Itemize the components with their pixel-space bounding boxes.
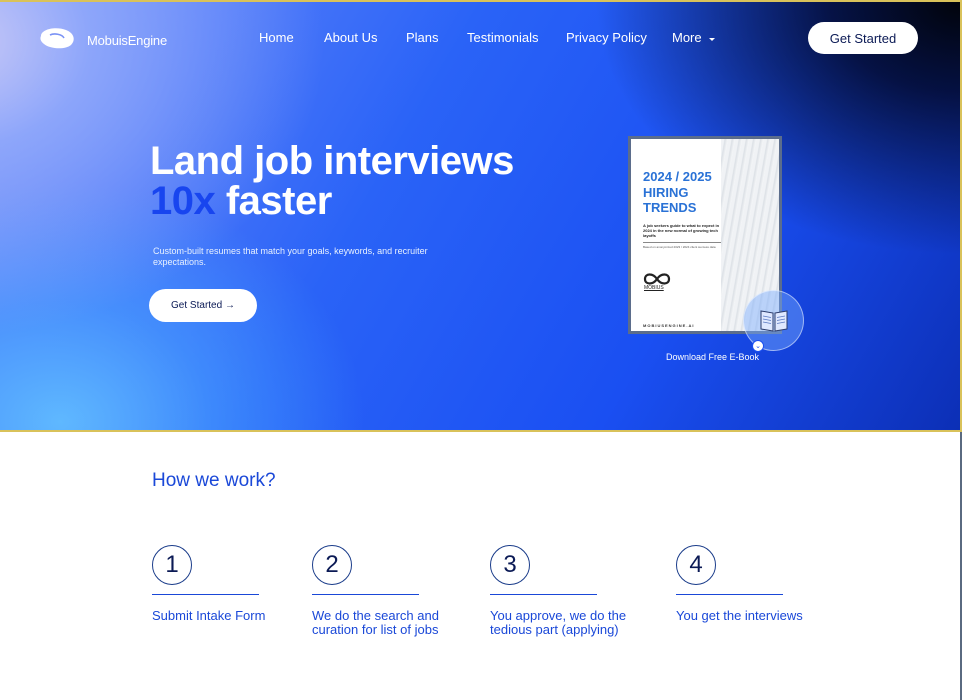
- headline-accent: 10x: [150, 179, 216, 223]
- step-1: 1 Submit Intake Form: [152, 545, 265, 623]
- ebook-divider: [643, 242, 721, 243]
- headline-line-2-rest: faster: [215, 179, 332, 223]
- hero-get-started-button[interactable]: Get Started →: [149, 289, 257, 322]
- download-icon[interactable]: ⌄: [752, 340, 764, 352]
- step-4: 4 You get the interviews: [676, 545, 803, 623]
- nav-testimonials[interactable]: Testimonials: [467, 30, 539, 45]
- headline-line-1: Land job interviews: [150, 139, 514, 183]
- step-divider: [490, 594, 597, 595]
- nav-about-us[interactable]: About Us: [324, 30, 377, 45]
- nav-plans[interactable]: Plans: [406, 30, 439, 45]
- ebook-logo-text: MOBIUS: [644, 285, 664, 291]
- ebook-title: HIRING TRENDS: [643, 185, 697, 215]
- step-number: 1: [152, 545, 192, 585]
- download-ebook-link[interactable]: Download Free E-Book: [666, 352, 759, 362]
- ebook-note: Based on anonymized 2023 / 2024 client s…: [643, 245, 716, 249]
- step-text: Submit Intake Form: [152, 608, 266, 623]
- brand-name[interactable]: MobuisEngine: [87, 33, 167, 48]
- step-number: 4: [676, 545, 716, 585]
- nav-privacy-policy[interactable]: Privacy Policy: [566, 30, 647, 45]
- step-divider: [312, 594, 419, 595]
- step-text: You approve, we do the tedious part (app…: [490, 608, 627, 637]
- caret-down-icon: [709, 37, 716, 41]
- step-text: We do the search and curation for list o…: [312, 608, 439, 637]
- step-2: 2 We do the search and curation for list…: [312, 545, 439, 637]
- ebook-description: A job seekers guide to what to expect in…: [643, 223, 720, 238]
- hero-subtext: Custom-built resumes that match your goa…: [153, 246, 428, 267]
- ebook-year: 2024 / 2025: [643, 169, 712, 184]
- logo-icon[interactable]: [38, 26, 76, 50]
- nav-home[interactable]: Home: [259, 30, 294, 45]
- how-we-work-title: How we work?: [152, 470, 276, 491]
- step-number: 2: [312, 545, 352, 585]
- step-divider: [152, 594, 259, 595]
- step-divider: [676, 594, 783, 595]
- get-started-button[interactable]: Get Started: [808, 22, 918, 54]
- hero-section: MobuisEngine Home About Us Plans Testimo…: [0, 0, 962, 432]
- nav-more[interactable]: More: [672, 30, 716, 45]
- ebook-url: MOBIUSENGINE.AI: [643, 323, 695, 328]
- page: MobuisEngine Home About Us Plans Testimo…: [0, 0, 962, 700]
- headline-line-2: 10x faster: [150, 181, 514, 221]
- step-text: You get the interviews: [676, 608, 803, 623]
- open-book-icon: [760, 310, 788, 332]
- nav-more-label: More: [672, 30, 702, 45]
- step-3: 3 You approve, we do the tedious part (a…: [490, 545, 626, 637]
- step-number: 3: [490, 545, 530, 585]
- hero-headline: Land job interviews 10x faster: [150, 141, 514, 221]
